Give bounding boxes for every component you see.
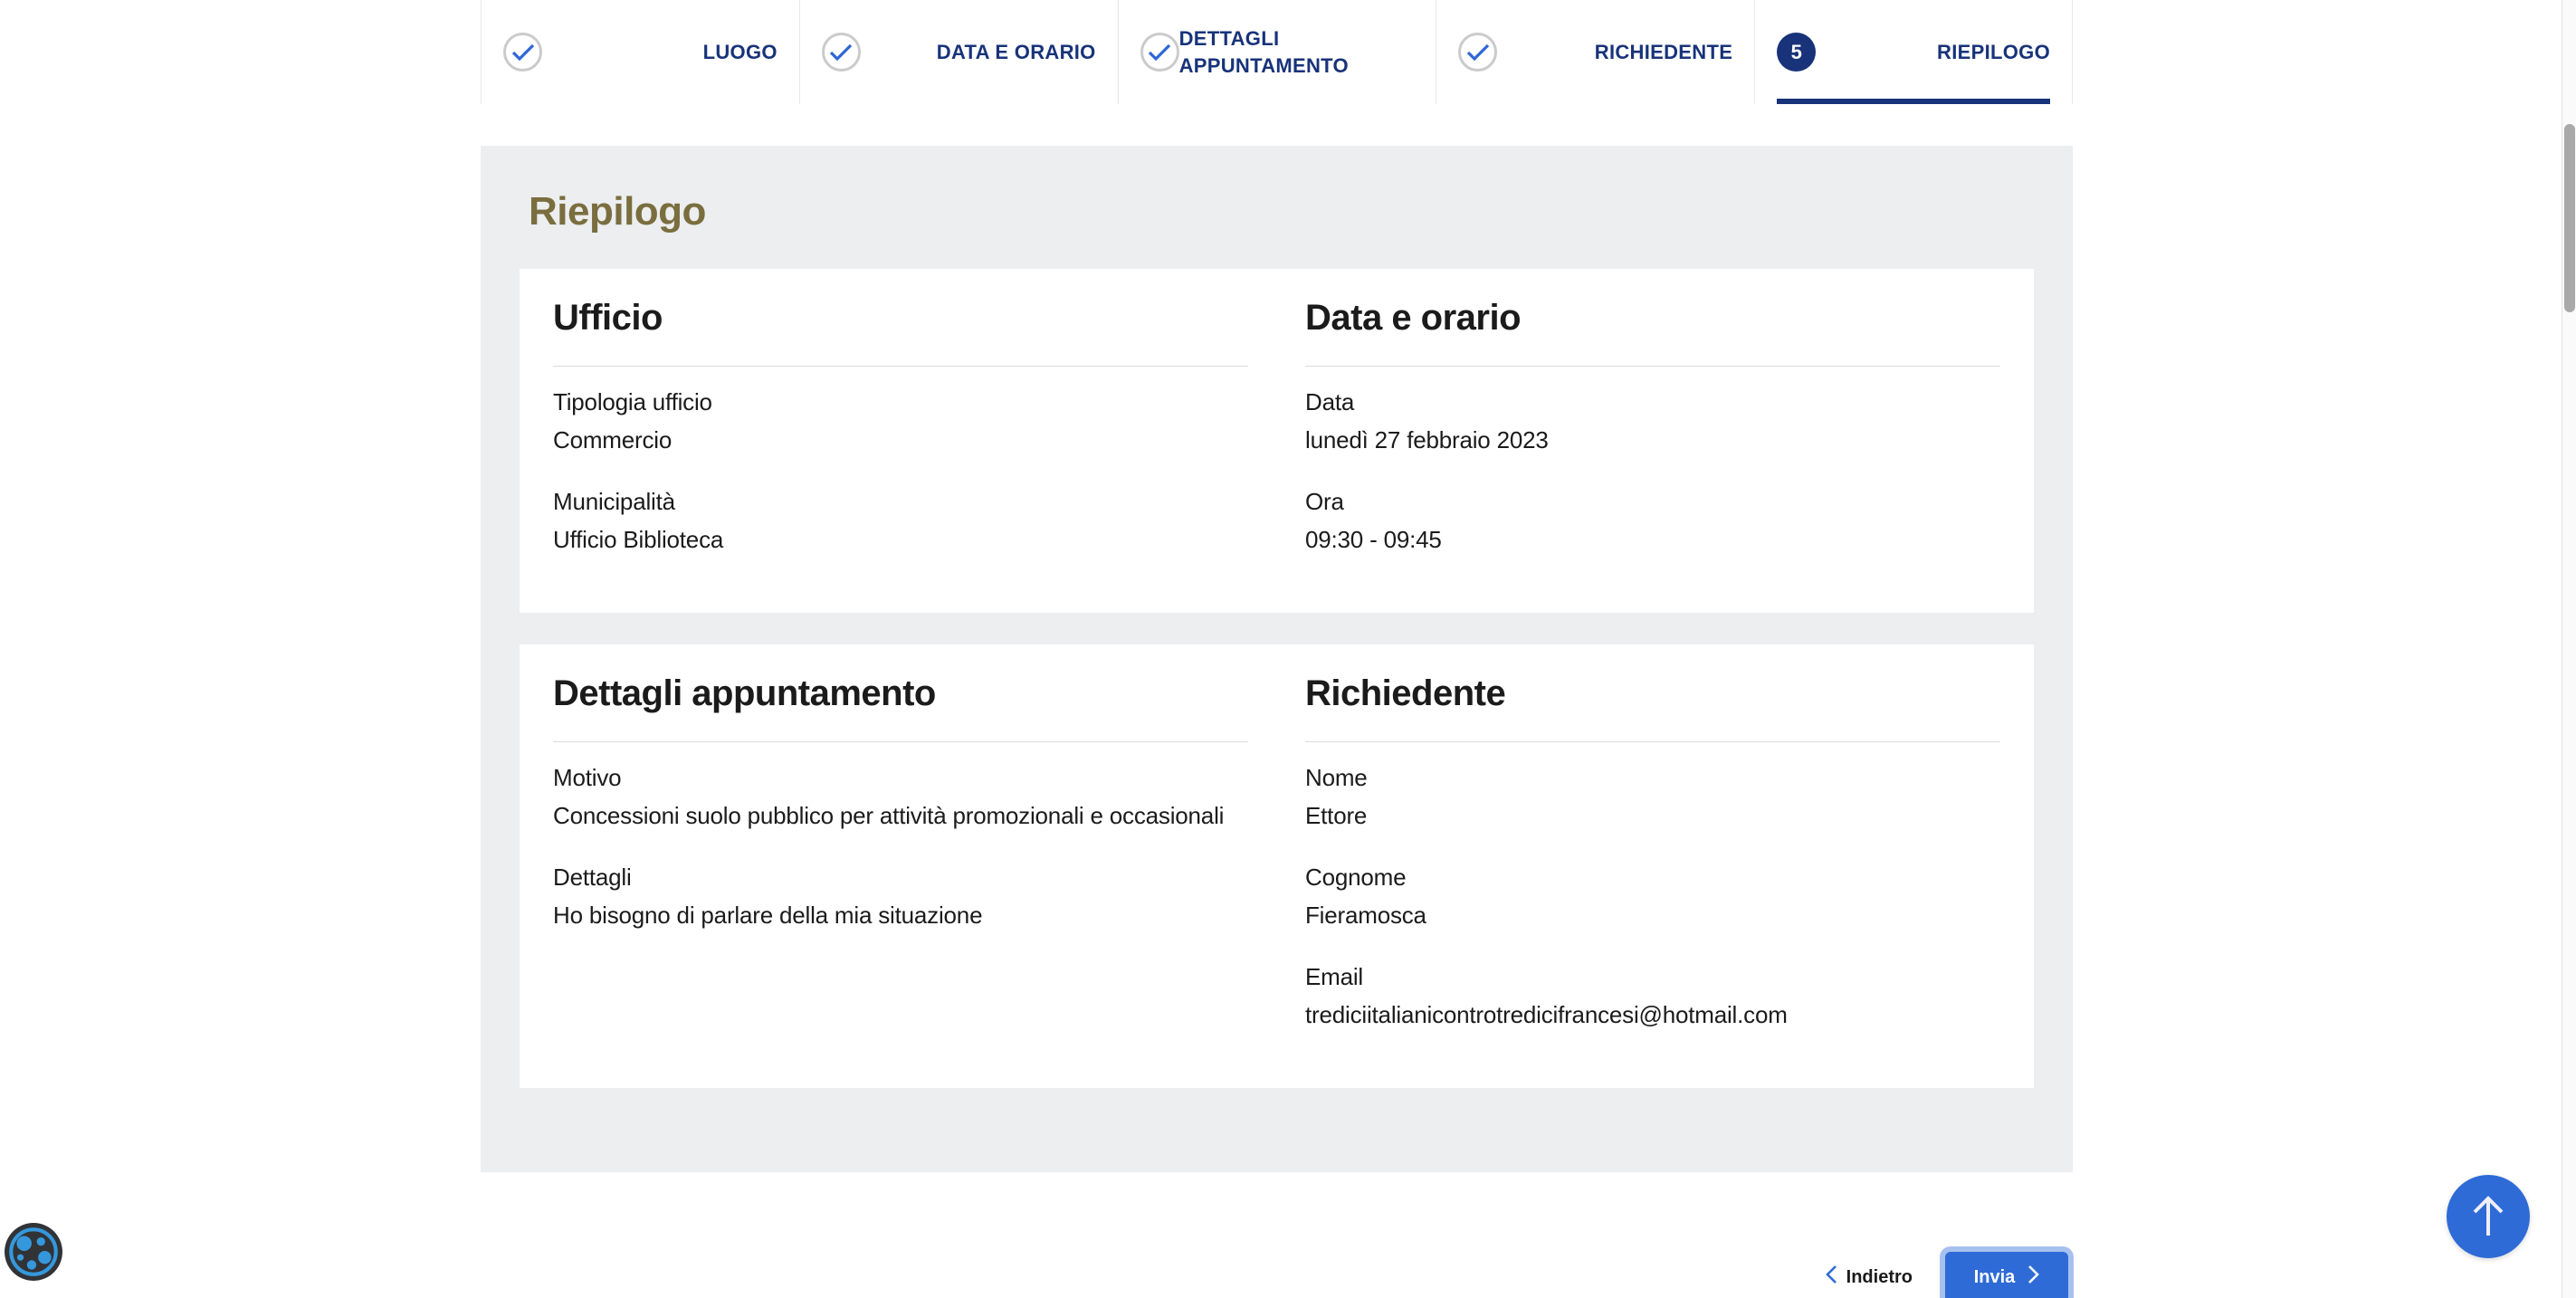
summary-field: Email trediciitalianicontrotredicifrance… [1305, 958, 2000, 1034]
page-title: Riepilogo [529, 189, 2034, 234]
field-value: Ufficio Biblioteca [553, 520, 1248, 558]
field-label: Nome [1305, 759, 2000, 797]
field-label: Data [1305, 383, 2000, 421]
step-richiedente[interactable]: RICHIEDENTE [1436, 0, 1754, 104]
summary-field: Motivo Concessioni suolo pubblico per at… [553, 759, 1248, 835]
step-luogo[interactable]: LUOGO [481, 0, 799, 104]
section-divider [1305, 741, 2000, 742]
field-value: Ho bisogno di parlare della mia situazio… [553, 896, 1248, 934]
section-divider [553, 741, 1248, 742]
step-riepilogo[interactable]: 5 RIEPILOGO [1754, 0, 2073, 104]
summary-field: Dettagli Ho bisogno di parlare della mia… [553, 858, 1248, 934]
summary-field: Municipalità Ufficio Biblioteca [553, 482, 1248, 558]
field-value: Commercio [553, 421, 1248, 459]
field-label: Email [1305, 958, 2000, 996]
summary-field: Nome Ettore [1305, 759, 2000, 835]
step-label: LUOGO [703, 39, 778, 66]
section-title: Richiedente [1305, 673, 2000, 714]
step-label: DATA E ORARIO [937, 39, 1096, 66]
step-label: RICHIEDENTE [1595, 39, 1732, 66]
check-icon [503, 33, 542, 72]
field-value: Concessioni suolo pubblico per attività … [553, 797, 1248, 835]
field-value: 09:30 - 09:45 [1305, 520, 2000, 558]
active-step-underline [1777, 99, 2050, 104]
summary-field: Data lunedì 27 febbraio 2023 [1305, 383, 2000, 459]
check-icon [1458, 33, 1497, 72]
step-label: RIEPILOGO [1937, 39, 2050, 66]
field-value: Fieramosca [1305, 896, 2000, 934]
check-icon [1140, 33, 1179, 72]
section-divider [1305, 366, 2000, 367]
step-data-e-orario[interactable]: DATA E ORARIO [799, 0, 1118, 104]
submit-button[interactable]: Invia [1945, 1252, 2068, 1298]
field-value: Ettore [1305, 797, 2000, 835]
section-title: Data e orario [1305, 298, 2000, 339]
field-label: Cognome [1305, 858, 2000, 896]
summary-section-data-orario: Data e orario Data lunedì 27 febbraio 20… [1305, 298, 2000, 584]
check-icon [822, 33, 861, 72]
section-divider [553, 366, 1248, 367]
wizard-content: LUOGO DATA E ORARIO DETTAGLI APPUNTAMENT… [481, 0, 2073, 1172]
field-label: Ora [1305, 482, 2000, 520]
summary-section-richiedente: Richiedente Nome Ettore Cognome Fieramos… [1305, 673, 2000, 1059]
step-number-badge: 5 [1777, 33, 1816, 72]
chevron-right-icon [2027, 1265, 2039, 1290]
cookie-icon [4, 1271, 63, 1284]
step-dettagli-appuntamento[interactable]: DETTAGLI APPUNTAMENTO [1118, 0, 1436, 104]
field-value: trediciitalianicontrotredicifrancesi@hot… [1305, 996, 2000, 1034]
section-title: Ufficio [553, 298, 1248, 339]
chevron-left-icon [1826, 1265, 1837, 1290]
scrollbar-thumb[interactable] [2564, 124, 2575, 312]
section-title: Dettagli appuntamento [553, 673, 1248, 714]
back-button[interactable]: Indietro [1826, 1265, 1913, 1290]
submit-button-label: Invia [1974, 1267, 2016, 1288]
field-label: Municipalità [553, 482, 1248, 520]
page: LUOGO DATA E ORARIO DETTAGLI APPUNTAMENT… [0, 0, 2576, 1298]
scroll-to-top-button[interactable] [2447, 1175, 2530, 1258]
field-label: Dettagli [553, 858, 1248, 896]
summary-field: Ora 09:30 - 09:45 [1305, 482, 2000, 558]
wizard-actions: Indietro Invia [1826, 1252, 2073, 1298]
summary-panel: Riepilogo Ufficio Tipologia ufficio Comm… [481, 146, 2073, 1172]
scrollbar-track[interactable] [2562, 0, 2576, 1298]
back-button-label: Indietro [1846, 1267, 1913, 1288]
summary-section-dettagli: Dettagli appuntamento Motivo Concessioni… [553, 673, 1248, 1059]
field-label: Motivo [553, 759, 1248, 797]
summary-card-office-datetime: Ufficio Tipologia ufficio Commercio Muni… [520, 269, 2034, 613]
arrow-up-icon [2466, 1192, 2510, 1242]
summary-section-ufficio: Ufficio Tipologia ufficio Commercio Muni… [553, 298, 1248, 584]
cookie-widget-button[interactable] [4, 1222, 63, 1282]
summary-card-details-requester: Dettagli appuntamento Motivo Concessioni… [520, 644, 2034, 1088]
wizard-stepper: LUOGO DATA E ORARIO DETTAGLI APPUNTAMENT… [481, 0, 2073, 104]
field-label: Tipologia ufficio [553, 383, 1248, 421]
summary-field: Cognome Fieramosca [1305, 858, 2000, 934]
summary-field: Tipologia ufficio Commercio [553, 383, 1248, 459]
step-label: DETTAGLI APPUNTAMENTO [1179, 25, 1415, 80]
field-value: lunedì 27 febbraio 2023 [1305, 421, 2000, 459]
